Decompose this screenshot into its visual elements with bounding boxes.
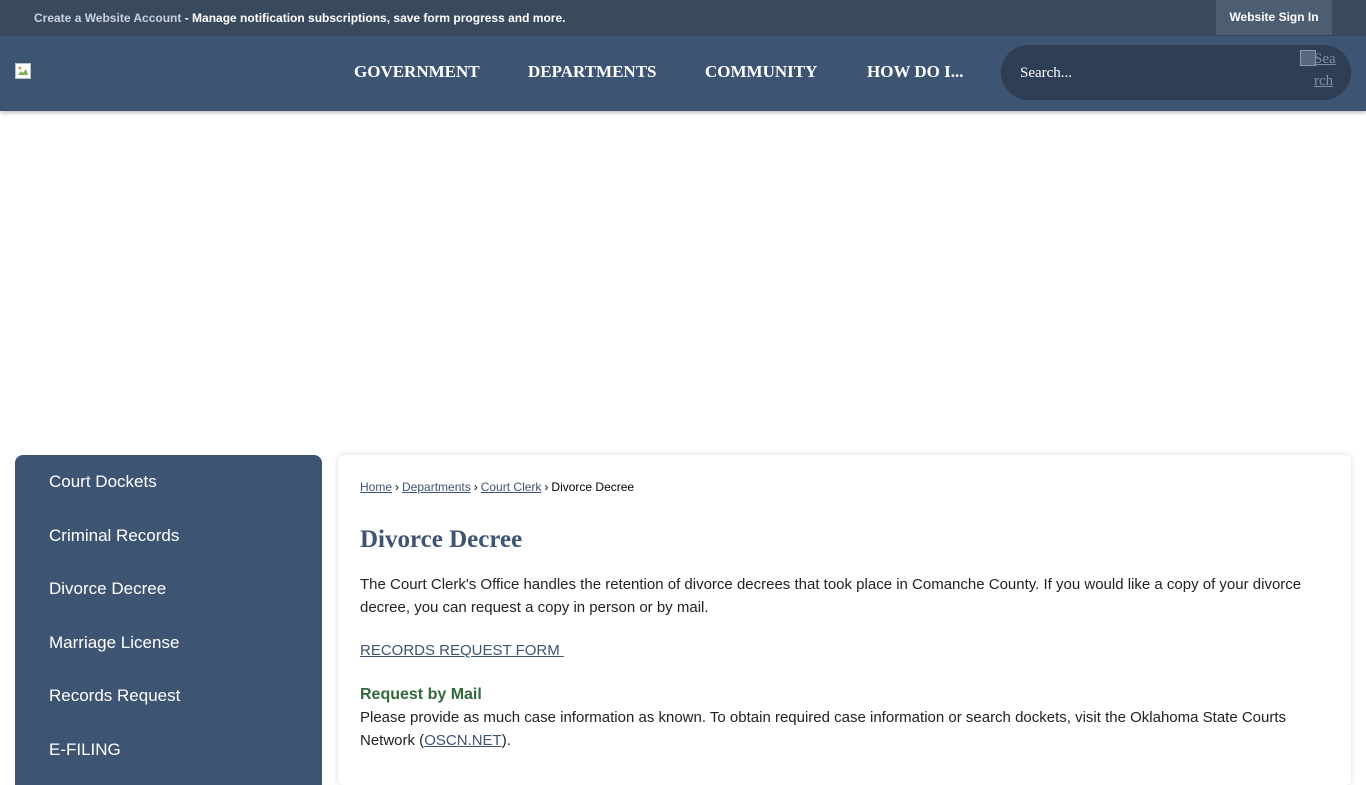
account-banner: Create a Website Account - Manage notifi… [34,11,565,25]
intro-paragraph: The Court Clerk's Office handles the ret… [360,576,1302,616]
top-utility-bar: Create a Website Account - Manage notifi… [0,0,1366,36]
broken-image-icon [15,63,31,79]
sidebar-item-court-dockets[interactable]: Court Dockets [49,472,157,492]
breadcrumb-separator: › [544,480,549,494]
sidebar-item-records-request[interactable]: Records Request [49,686,180,706]
main-content: Home › Departments › Court Clerk › Divorce Dec… [338,455,1351,785]
sidebar-item-criminal-records[interactable]: Criminal Records [49,526,179,546]
sidebar-item-e-filing[interactable]: E-FILING [49,740,121,760]
nav-how-do-i[interactable]: HOW DO I... [867,62,964,82]
search-box: Sea rch [1001,45,1351,100]
breadcrumb-court-clerk[interactable]: Court Clerk [481,480,542,494]
page-title: Divorce Decree [360,526,523,553]
oscn-link[interactable]: OSCN.NET [424,732,502,749]
website-sign-in-button[interactable]: Website Sign In [1216,0,1332,35]
main-navigation: GOVERNMENT DEPARTMENTS COMMUNITY HOW DO … [0,36,1366,111]
search-button-alt-text-1: Sea [1314,51,1336,67]
search-button-alt-text-2: rch [1314,73,1334,89]
sidebar-item-divorce-decree[interactable]: Divorce Decree [49,579,166,599]
breadcrumb-departments[interactable]: Departments [402,480,471,494]
search-button[interactable]: Sea rch [1300,50,1346,92]
mail-instructions-end: ). [501,732,511,749]
breadcrumb-separator: › [473,480,478,494]
breadcrumb-home[interactable]: Home [360,480,392,494]
site-logo[interactable] [15,63,31,79]
account-banner-description: - Manage notification subscriptions, sav… [181,11,566,25]
sidebar-menu: Court Dockets Criminal Records Divorce D… [15,455,322,785]
sidebar-item-marriage-license[interactable]: Marriage License [49,633,179,653]
nav-community[interactable]: COMMUNITY [705,62,817,82]
nav-government[interactable]: GOVERNMENT [354,62,480,82]
request-by-mail-heading: Request by Mail [360,686,482,703]
breadcrumb: Home › Departments › Court Clerk › Divorce Dec… [360,480,634,494]
search-input[interactable] [1020,62,1280,84]
nav-departments[interactable]: DEPARTMENTS [528,62,657,82]
breadcrumb-separator: › [395,480,400,494]
create-account-link[interactable]: Create a Website Account [34,11,181,25]
mail-instructions: Please provide as much case information … [360,706,1335,752]
breadcrumb-current: Divorce Decree [551,480,635,494]
records-request-form-link[interactable]: RECORDS REQUEST FORM [360,642,564,659]
